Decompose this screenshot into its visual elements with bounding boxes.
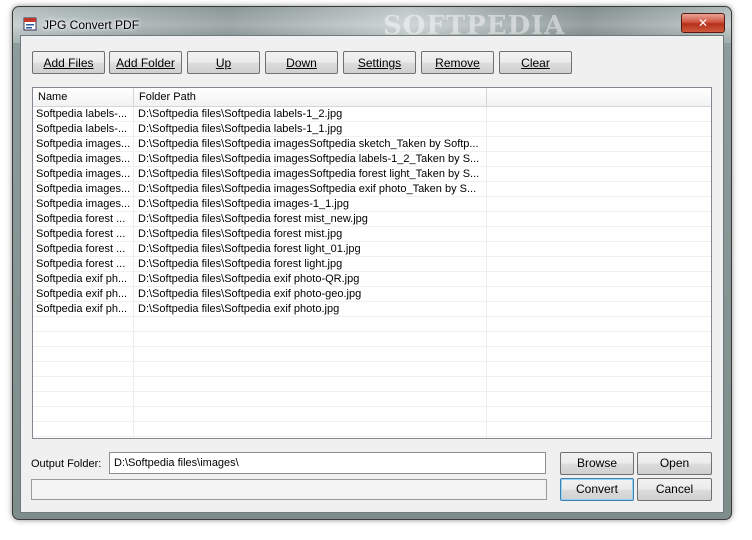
- folder-path-cell: D:\Softpedia files\Softpedia images-1_1.…: [138, 198, 349, 210]
- file-name-cell: Softpedia forest ...: [36, 243, 126, 255]
- file-name-cell: Softpedia exif ph...: [36, 303, 128, 315]
- add-folder-button[interactable]: Add Folder: [109, 51, 182, 74]
- column-header-folder-path[interactable]: Folder Path: [134, 88, 487, 106]
- folder-path-cell: D:\Softpedia files\Softpedia imagesSoftp…: [138, 138, 479, 150]
- file-list[interactable]: Name Folder Path Softpedia labels-... D:\…: [32, 87, 712, 439]
- file-name-cell: Softpedia forest ...: [36, 213, 126, 225]
- list-row[interactable]: Softpedia exif ph... D:\Softpedia files\S…: [33, 272, 711, 287]
- folder-path-cell: D:\Softpedia files\Softpedia exif photo-…: [138, 288, 362, 300]
- clear-button[interactable]: Clear: [499, 51, 572, 74]
- file-name-cell: Softpedia exif ph...: [36, 273, 128, 285]
- list-row[interactable]: Softpedia exif ph... D:\Softpedia files\S…: [33, 302, 711, 317]
- down-button[interactable]: Down: [265, 51, 338, 74]
- file-name-cell: Softpedia images...: [36, 138, 131, 150]
- empty-row: [33, 362, 711, 377]
- folder-path-cell: D:\Softpedia files\Softpedia labels-1_1.…: [138, 123, 343, 135]
- empty-row: [33, 317, 711, 332]
- file-name-cell: Softpedia images...: [36, 183, 131, 195]
- empty-row: [33, 332, 711, 347]
- app-icon: [23, 17, 37, 31]
- folder-path-cell: D:\Softpedia files\Softpedia imagesSoftp…: [138, 153, 480, 165]
- file-name-cell: Softpedia labels-...: [36, 108, 128, 120]
- list-row[interactable]: Softpedia images... D:\Softpedia files\So…: [33, 197, 711, 212]
- file-name-cell: Softpedia images...: [36, 168, 131, 180]
- folder-path-cell: D:\Softpedia files\Softpedia imagesSoftp…: [138, 168, 480, 180]
- folder-path-cell: D:\Softpedia files\Softpedia labels-1_2.…: [138, 108, 343, 120]
- file-name-cell: Softpedia labels-...: [36, 123, 128, 135]
- cancel-button[interactable]: Cancel: [637, 478, 712, 501]
- empty-row: [33, 437, 711, 438]
- file-name-cell: Softpedia exif ph...: [36, 288, 128, 300]
- settings-button[interactable]: Settings: [343, 51, 416, 74]
- file-name-cell: Softpedia images...: [36, 198, 131, 210]
- list-row[interactable]: Softpedia forest ... D:\Softpedia files\S…: [33, 257, 711, 272]
- list-row[interactable]: Softpedia images... D:\Softpedia files\So…: [33, 152, 711, 167]
- folder-path-cell: D:\Softpedia files\Softpedia forest mist…: [138, 228, 343, 240]
- window-title: JPG Convert PDF: [43, 18, 140, 32]
- list-row[interactable]: Softpedia forest ... D:\Softpedia files\S…: [33, 212, 711, 227]
- output-folder-field[interactable]: D:\Softpedia files\images\: [109, 452, 546, 474]
- folder-path-cell: D:\Softpedia files\Softpedia forest mist…: [138, 213, 368, 225]
- list-rows: Softpedia labels-... D:\Softpedia files\S…: [33, 107, 711, 438]
- folder-path-cell: D:\Softpedia files\Softpedia forest ligh…: [138, 243, 361, 255]
- column-header-name[interactable]: Name: [33, 88, 134, 106]
- list-row[interactable]: Softpedia labels-... D:\Softpedia files\S…: [33, 107, 711, 122]
- folder-path-cell: D:\Softpedia files\Softpedia imagesSoftp…: [138, 183, 477, 195]
- list-row[interactable]: Softpedia forest ... D:\Softpedia files\S…: [33, 227, 711, 242]
- empty-row: [33, 422, 711, 437]
- empty-row: [33, 392, 711, 407]
- up-button[interactable]: Up: [187, 51, 260, 74]
- list-row[interactable]: Softpedia labels-... D:\Softpedia files\S…: [33, 122, 711, 137]
- empty-row: [33, 347, 711, 362]
- remove-button[interactable]: Remove: [421, 51, 494, 74]
- list-row[interactable]: Softpedia exif ph... D:\Softpedia files\S…: [33, 287, 711, 302]
- list-row[interactable]: Softpedia images... D:\Softpedia files\So…: [33, 167, 711, 182]
- output-folder-label: Output Folder:: [31, 458, 102, 470]
- open-button[interactable]: Open: [637, 452, 712, 475]
- column-header-empty[interactable]: [487, 88, 711, 106]
- convert-button[interactable]: Convert: [560, 478, 634, 501]
- close-button[interactable]: ✕: [681, 13, 725, 33]
- empty-row: [33, 377, 711, 392]
- file-name-cell: Softpedia forest ...: [36, 228, 126, 240]
- list-row[interactable]: Softpedia images... D:\Softpedia files\So…: [33, 137, 711, 152]
- list-row[interactable]: Softpedia images... D:\Softpedia files\So…: [33, 182, 711, 197]
- folder-path-cell: D:\Softpedia files\Softpedia exif photo-…: [138, 273, 360, 285]
- title-bar[interactable]: JPG Convert PDF ✕: [13, 7, 731, 35]
- folder-path-cell: D:\Softpedia files\Softpedia exif photo.…: [138, 303, 340, 315]
- list-row[interactable]: Softpedia forest ... D:\Softpedia files\S…: [33, 242, 711, 257]
- file-name-cell: Softpedia forest ...: [36, 258, 126, 270]
- status-bar: [31, 479, 547, 500]
- empty-row: [33, 407, 711, 422]
- list-header: Name Folder Path: [33, 88, 711, 107]
- file-name-cell: Softpedia images...: [36, 153, 131, 165]
- browse-button[interactable]: Browse: [560, 452, 634, 475]
- add-files-button[interactable]: Add Files: [32, 51, 105, 74]
- folder-path-cell: D:\Softpedia files\Softpedia forest ligh…: [138, 258, 343, 270]
